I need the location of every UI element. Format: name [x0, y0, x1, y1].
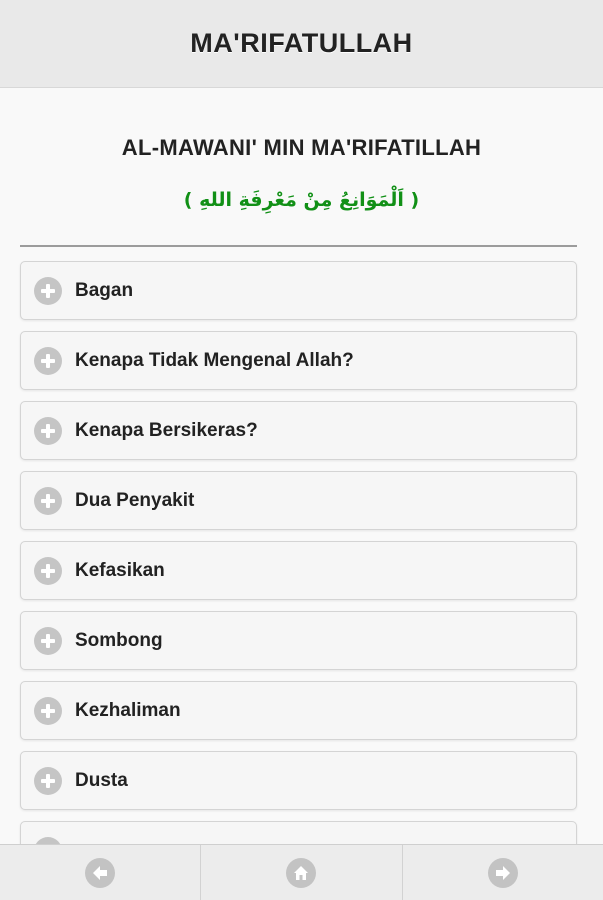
content-area[interactable]: AL-MAWANI' MIN MA'RIFATILLAH ( اَلْمَوَا… — [0, 89, 603, 844]
home-icon — [286, 857, 317, 888]
arrow-left-icon — [85, 857, 116, 888]
plus-circle-icon — [34, 276, 62, 305]
collapsible-list: Bagan Kenapa Tidak Mengenal Allah? Kenap… — [20, 261, 577, 844]
plus-circle-icon — [34, 346, 62, 375]
list-item-label: Sombong — [75, 629, 163, 651]
list-item-label: Kenapa Bersikeras? — [75, 419, 258, 441]
list-item[interactable]: Kefasikan — [20, 541, 577, 600]
list-item[interactable] — [20, 821, 577, 844]
section-title: AL-MAWANI' MIN MA'RIFATILLAH — [121, 135, 482, 160]
plus-circle-icon — [34, 766, 62, 795]
list-item-label: Dusta — [75, 769, 128, 791]
list-item[interactable]: Kenapa Bersikeras? — [20, 401, 577, 460]
list-item[interactable]: Dusta — [20, 751, 577, 810]
section-divider — [20, 245, 577, 247]
forward-button[interactable] — [403, 845, 603, 900]
plus-circle-icon — [34, 696, 62, 725]
plus-circle-icon — [34, 836, 62, 844]
arrow-right-icon — [487, 857, 518, 888]
plus-circle-icon — [34, 556, 62, 585]
list-item[interactable]: Bagan — [20, 261, 577, 320]
app-window: MA'RIFATULLAH AL-MAWANI' MIN MA'RIFATILL… — [0, 0, 603, 900]
list-item-label: Kefasikan — [75, 559, 165, 581]
list-item[interactable]: Sombong — [20, 611, 577, 670]
list-item-label: Bagan — [75, 279, 134, 301]
list-item-label: Kezhaliman — [75, 699, 181, 721]
list-item[interactable]: Dua Penyakit — [20, 471, 577, 530]
list-item[interactable]: Kezhaliman — [20, 681, 577, 740]
plus-circle-icon — [34, 486, 62, 515]
back-button[interactable] — [0, 845, 202, 900]
page-title: MA'RIFATULLAH — [190, 28, 413, 58]
header-bar: MA'RIFATULLAH — [0, 0, 603, 88]
list-item[interactable]: Kenapa Tidak Mengenal Allah? — [20, 331, 577, 390]
footer-navbar — [0, 844, 603, 900]
plus-circle-icon — [34, 626, 62, 655]
plus-circle-icon — [34, 416, 62, 445]
home-button[interactable] — [201, 845, 403, 900]
list-item-label: Dua Penyakit — [75, 489, 195, 511]
section-arabic-subtitle: ( اَلْمَوَانِعُ مِنْ مَعْرِفَةِ اللهِ ) — [183, 189, 420, 211]
list-item-label: Kenapa Tidak Mengenal Allah? — [75, 349, 354, 371]
